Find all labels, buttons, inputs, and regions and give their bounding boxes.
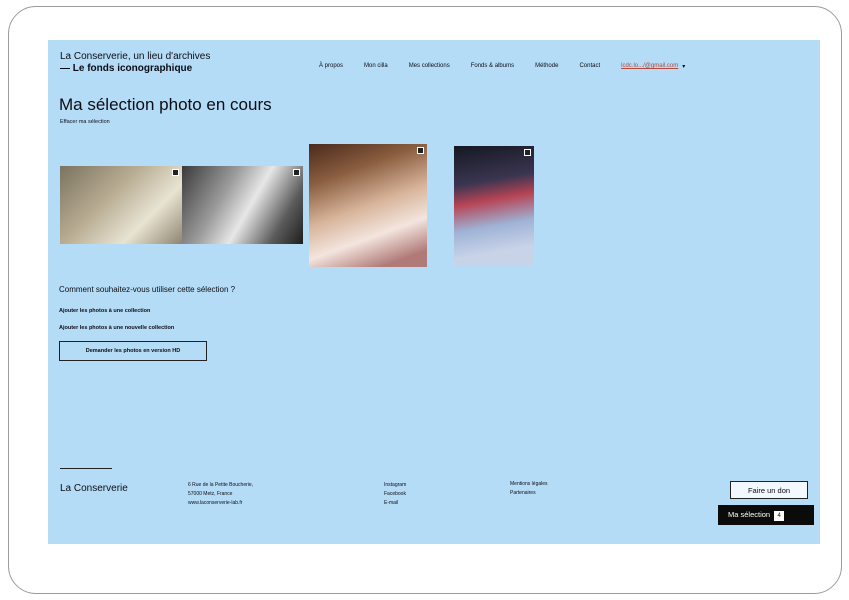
- footer-social-links: Instagram Facebook E-mail: [384, 481, 406, 508]
- selected-photo-2[interactable]: [182, 166, 303, 244]
- selected-photo-4[interactable]: [454, 146, 534, 266]
- brand-line-1: La Conserverie, un lieu d'archives: [60, 51, 211, 62]
- add-to-collection-link[interactable]: Ajouter les photos à une collection: [59, 308, 150, 314]
- selected-photo-1[interactable]: [60, 166, 182, 244]
- nav-item-collections[interactable]: Mes collections: [409, 63, 450, 70]
- address-line-2: 57000 Metz, France: [188, 491, 233, 497]
- selection-question: Comment souhaitez-vous utiliser cette sé…: [59, 285, 236, 294]
- address-line-1: 6 Rue de la Petite Boucherie,: [188, 482, 254, 488]
- my-selection-label: Ma sélection: [728, 509, 771, 519]
- add-to-new-collection-link[interactable]: Ajouter les photos à une nouvelle collec…: [59, 325, 174, 331]
- select-checkbox-icon[interactable]: [417, 147, 424, 154]
- footer-divider: [60, 468, 112, 469]
- nav-item-methode[interactable]: Méthode: [535, 63, 558, 70]
- brand-line-2: — Le fonds iconographique: [60, 63, 193, 74]
- account-email[interactable]: lcdc.lo.../@gmail.com: [621, 63, 678, 70]
- address-website-link[interactable]: www.laconserverie-lab.fr: [188, 499, 253, 508]
- footer-legal-links: Mentions légales Partenaires: [510, 480, 548, 498]
- email-link[interactable]: E-mail: [384, 499, 406, 508]
- main-nav: À propos Mon cilla Mes collections Fonds…: [319, 63, 706, 70]
- partners-link[interactable]: Partenaires: [510, 489, 548, 498]
- selected-photo-3[interactable]: [309, 144, 427, 267]
- nav-item-mon-cilla[interactable]: Mon cilla: [364, 63, 388, 70]
- footer-address: 6 Rue de la Petite Boucherie, 57000 Metz…: [188, 481, 253, 508]
- request-hd-button[interactable]: Demander les photos en version HD: [59, 341, 207, 361]
- legal-notice-link[interactable]: Mentions légales: [510, 480, 548, 489]
- clear-selection-link[interactable]: Effacer ma sélection: [60, 119, 110, 125]
- select-checkbox-icon[interactable]: [293, 169, 300, 176]
- chevron-down-icon[interactable]: ▾: [682, 63, 685, 70]
- facebook-link[interactable]: Facebook: [384, 490, 406, 499]
- nav-item-contact[interactable]: Contact: [579, 63, 600, 70]
- instagram-link[interactable]: Instagram: [384, 481, 406, 490]
- footer-brand[interactable]: La Conserverie: [60, 483, 128, 494]
- select-checkbox-icon[interactable]: [172, 169, 179, 176]
- site-brand[interactable]: La Conserverie, un lieu d'archives — Le …: [60, 51, 210, 75]
- my-selection-button[interactable]: Ma sélection 4: [718, 505, 814, 525]
- app-screen: La Conserverie, un lieu d'archives — Le …: [48, 40, 820, 544]
- selection-count-badge: 4: [774, 510, 785, 521]
- nav-item-fonds-albums[interactable]: Fonds & albums: [471, 63, 514, 70]
- nav-item-about[interactable]: À propos: [319, 63, 343, 70]
- select-checkbox-icon[interactable]: [524, 149, 531, 156]
- page-title: Ma sélection photo en cours: [59, 95, 272, 114]
- donate-button[interactable]: Faire un don: [730, 481, 808, 499]
